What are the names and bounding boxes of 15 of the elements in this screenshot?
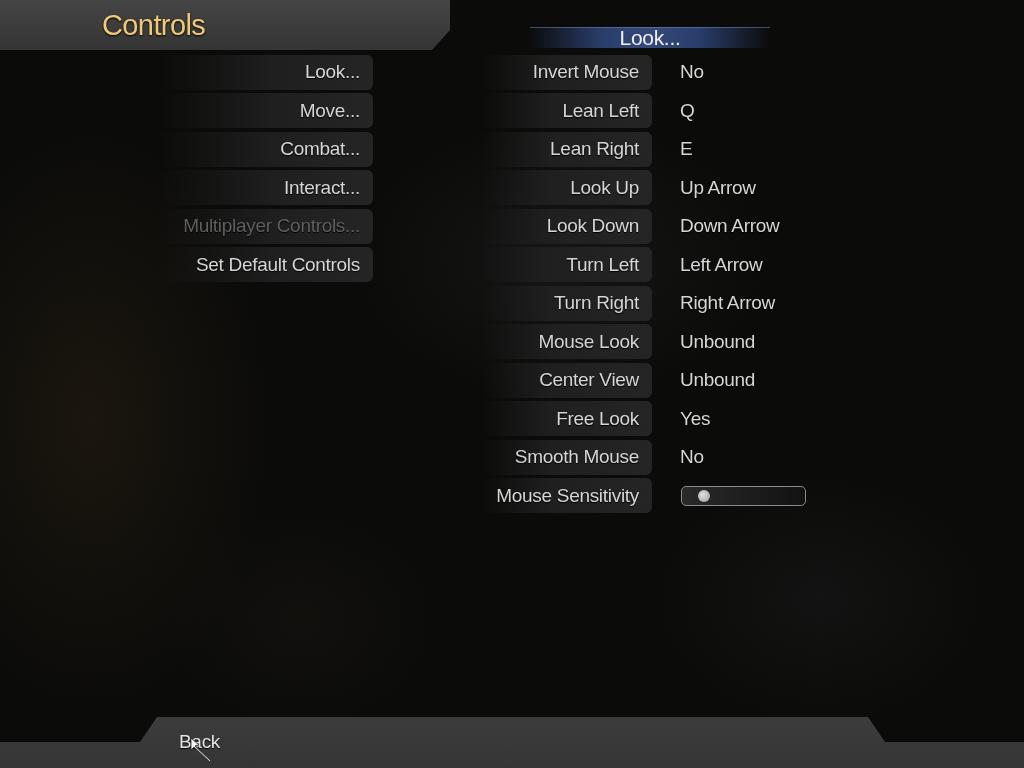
slider-thumb[interactable] (698, 489, 711, 502)
binding-value: No (680, 446, 704, 468)
panel-title: Look... (530, 27, 770, 48)
binding-value: E (680, 138, 693, 160)
binding-value: Q (680, 99, 695, 122)
binding-value: Unbound (680, 330, 756, 353)
binding-value: Up Arrow (680, 176, 756, 199)
binding-value: Left Arrow (680, 253, 763, 276)
binding-value: Unbound (680, 369, 756, 391)
binding-value: Down Arrow (680, 215, 780, 237)
screen-title: Controls (102, 8, 206, 42)
binding-value: Yes (680, 407, 711, 430)
binding-value: Right Arrow (680, 292, 775, 314)
binding-value: No (680, 61, 704, 83)
slider-track[interactable] (681, 485, 806, 506)
